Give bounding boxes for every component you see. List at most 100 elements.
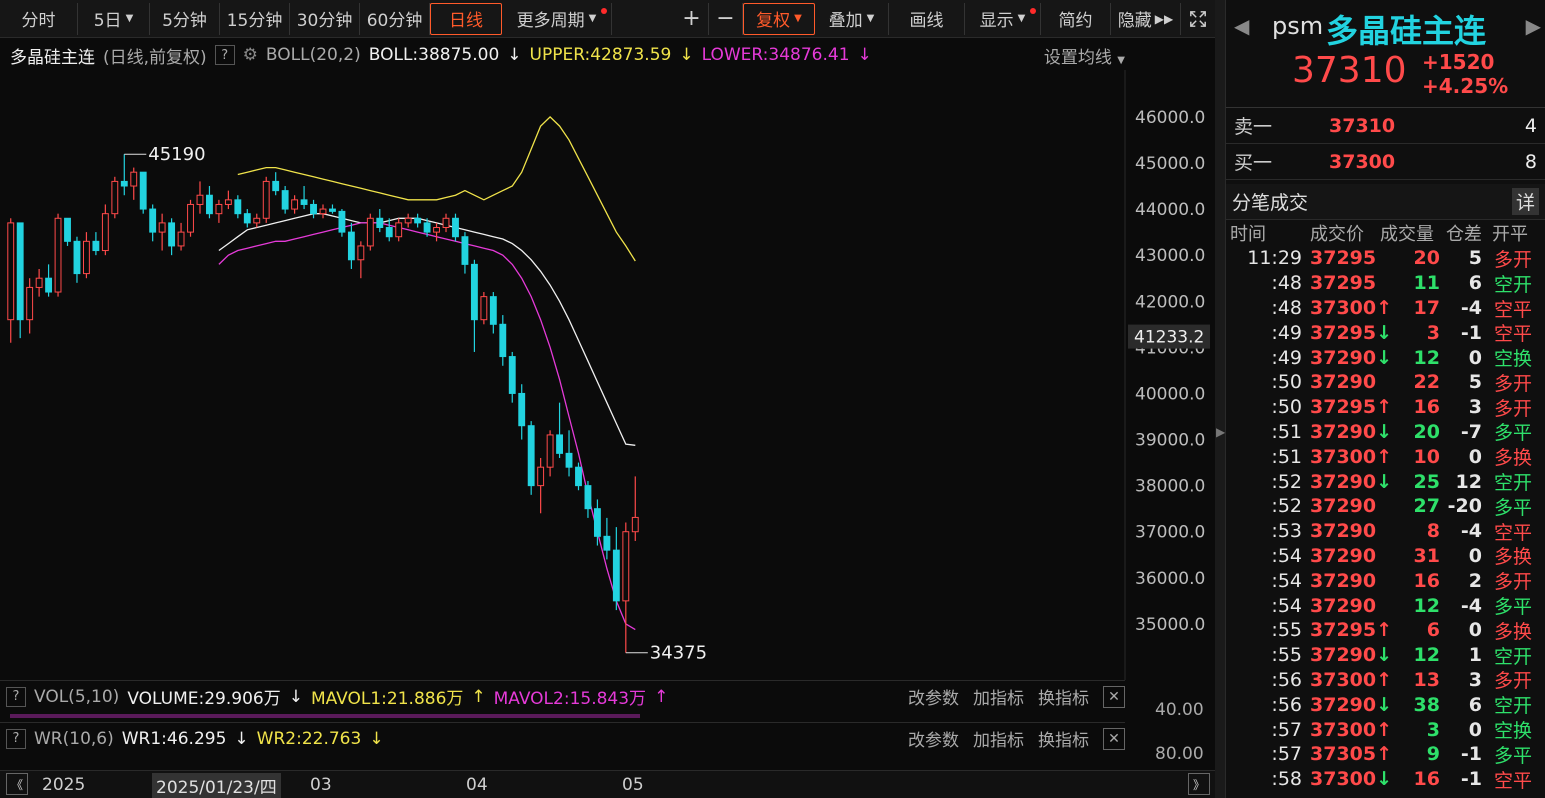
trade-time: :54 (1271, 569, 1302, 592)
candle-body-down (518, 392, 526, 427)
candle (177, 222, 185, 251)
scroll-left-icon[interactable]: 《 (6, 773, 28, 795)
add-indicator-button[interactable]: 加指标 (973, 726, 1024, 751)
period-tab-60min[interactable]: 60分钟 (360, 2, 430, 35)
ma-settings-button[interactable]: 设置均线 ▼ (1044, 43, 1125, 68)
trade-row: :51 37290↓ 20 -7 多平 (1226, 420, 1545, 445)
draw-line-button[interactable]: 画线 (889, 2, 965, 35)
toolbar: 分时 5日 ▼ 5分钟 15分钟 30分钟 60分钟 日线 更多周期 ▼ + − 复… (0, 0, 1215, 38)
trade-price: 37300 (1310, 718, 1377, 741)
trade-price-cell: 37290↓ (1310, 470, 1392, 493)
edit-params-button[interactable]: 改参数 (908, 684, 959, 709)
candle (45, 264, 53, 297)
edit-params-button[interactable]: 改参数 (908, 726, 959, 751)
quote-panel: ◀ psm 多晶硅主连 ▶ 37310 +1520 +4.25% 卖一 3731… (1225, 0, 1545, 798)
trade-row: :57 37305↑ 9 -1 多平 (1226, 742, 1545, 767)
trade-row: :58 37300↓ 16 -1 空平 (1226, 767, 1545, 792)
help-icon[interactable]: ? (214, 45, 235, 65)
date-cursor: 2025/01/23/四 (152, 773, 281, 798)
more-periods-button[interactable]: 更多周期 ▼ (502, 2, 612, 35)
period-tab-5day[interactable]: 5日 ▼ (78, 2, 150, 35)
trade-volume: 38 (1413, 693, 1440, 716)
help-icon[interactable]: ? (6, 728, 26, 749)
x-label-april: 04 (466, 775, 488, 795)
trade-time: :48 (1271, 296, 1302, 319)
close-icon[interactable]: ✕ (1103, 685, 1125, 708)
wr-indicator-name[interactable]: WR(10,6) (34, 729, 114, 749)
simple-mode-button[interactable]: 简约 (1041, 2, 1111, 35)
adjust-button[interactable]: 复权 ▼ (743, 2, 815, 35)
period-tab-15min[interactable]: 15分钟 (220, 2, 290, 35)
candle-body-up (158, 222, 166, 233)
trade-price: 37300 (1310, 445, 1377, 468)
add-indicator-button[interactable]: 加指标 (973, 684, 1024, 709)
candle-body-down (281, 190, 289, 210)
prev-symbol-icon[interactable]: ◀ (1234, 14, 1249, 38)
trade-time: :55 (1271, 644, 1302, 667)
scroll-right-icon[interactable]: 》 (1188, 773, 1210, 795)
overlay-button[interactable]: 叠加 ▼ (815, 2, 889, 35)
trade-price-cell: 37290↓ (1310, 694, 1392, 716)
chart-mode: (日线,前复权) (103, 47, 207, 68)
trade-time: :49 (1271, 321, 1302, 344)
switch-indicator-button[interactable]: 换指标 (1038, 684, 1089, 709)
trades-detail-button[interactable]: 详 (1511, 188, 1539, 215)
trade-row: :56 37300↑ 13 3 多开 (1226, 668, 1545, 693)
trade-time: :57 (1271, 743, 1302, 766)
candle (575, 462, 582, 491)
candle (480, 292, 488, 325)
period-tab-5min[interactable]: 5分钟 (150, 2, 220, 35)
trade-row: :52 37290↓ 25 12 空开 (1226, 469, 1545, 495)
switch-indicator-button[interactable]: 换指标 (1038, 726, 1089, 751)
trade-time: :54 (1271, 544, 1302, 567)
trade-price: 37290 (1310, 470, 1377, 493)
period-tab-intraday[interactable]: 分时 (0, 2, 78, 35)
trade-type: 多开 (1493, 571, 1532, 594)
display-button[interactable]: 显示 ▼ (965, 2, 1041, 35)
hide-button[interactable]: 隐藏 ▶▶ (1111, 2, 1181, 35)
candle-body-up (177, 231, 185, 247)
trade-price-cell: 37300↑ (1310, 669, 1392, 691)
trade-time: :49 (1271, 346, 1302, 369)
trade-type: 多平 (1493, 422, 1532, 445)
col-price: 成交价 (1310, 224, 1364, 245)
period-tab-daily[interactable]: 日线 (430, 2, 502, 35)
candle (158, 213, 166, 251)
trade-volume: 10 (1413, 445, 1440, 468)
low-label: 34375 (650, 643, 707, 664)
trade-type: 空平 (1493, 323, 1532, 346)
gear-icon[interactable]: ⚙ (243, 45, 258, 65)
arrow-down-icon: ↓ (679, 45, 694, 65)
next-symbol-icon[interactable]: ▶ (1526, 14, 1541, 38)
ask-row: 卖一 37310 4 (1226, 108, 1545, 144)
vol-indicator-name[interactable]: VOL(5,10) (34, 687, 119, 707)
trade-time: :53 (1271, 520, 1302, 543)
trade-volume: 27 (1413, 495, 1440, 518)
trade-oi: 3 (1468, 668, 1482, 691)
panel-splitter[interactable]: ▶ (1215, 0, 1225, 798)
candle-body-up (196, 194, 204, 205)
zoom-out-button[interactable]: − (709, 2, 743, 35)
trade-row: :53 37290 8 -4 空平 (1226, 519, 1545, 544)
period-tab-30min[interactable]: 30分钟 (290, 2, 360, 35)
more-periods-label: 更多周期 (516, 11, 585, 31)
x-label-march: 03 (310, 775, 332, 795)
trade-oi: 5 (1468, 371, 1482, 394)
candle-body-down (470, 263, 478, 321)
close-icon[interactable]: ✕ (1103, 727, 1125, 750)
trade-price-cell: 37300↓ (1310, 768, 1392, 790)
candle-body-up (26, 286, 34, 321)
candle-body-up (101, 213, 109, 252)
candle (7, 218, 15, 343)
help-icon[interactable]: ? (6, 686, 26, 707)
candle (329, 204, 336, 214)
candle (111, 176, 119, 219)
trade-oi: -4 (1460, 594, 1482, 617)
zoom-in-button[interactable]: + (675, 2, 709, 35)
trade-oi: 0 (1468, 346, 1482, 369)
fullscreen-button[interactable] (1181, 3, 1215, 35)
price-tick-label: 35000.0 (1135, 615, 1205, 635)
candlestick-chart[interactable]: 46000.045000.044000.043000.042000.041000… (0, 70, 1215, 680)
chevron-down-icon: ▼ (866, 13, 875, 24)
indicator-name[interactable]: BOLL(20,2) (266, 45, 361, 65)
